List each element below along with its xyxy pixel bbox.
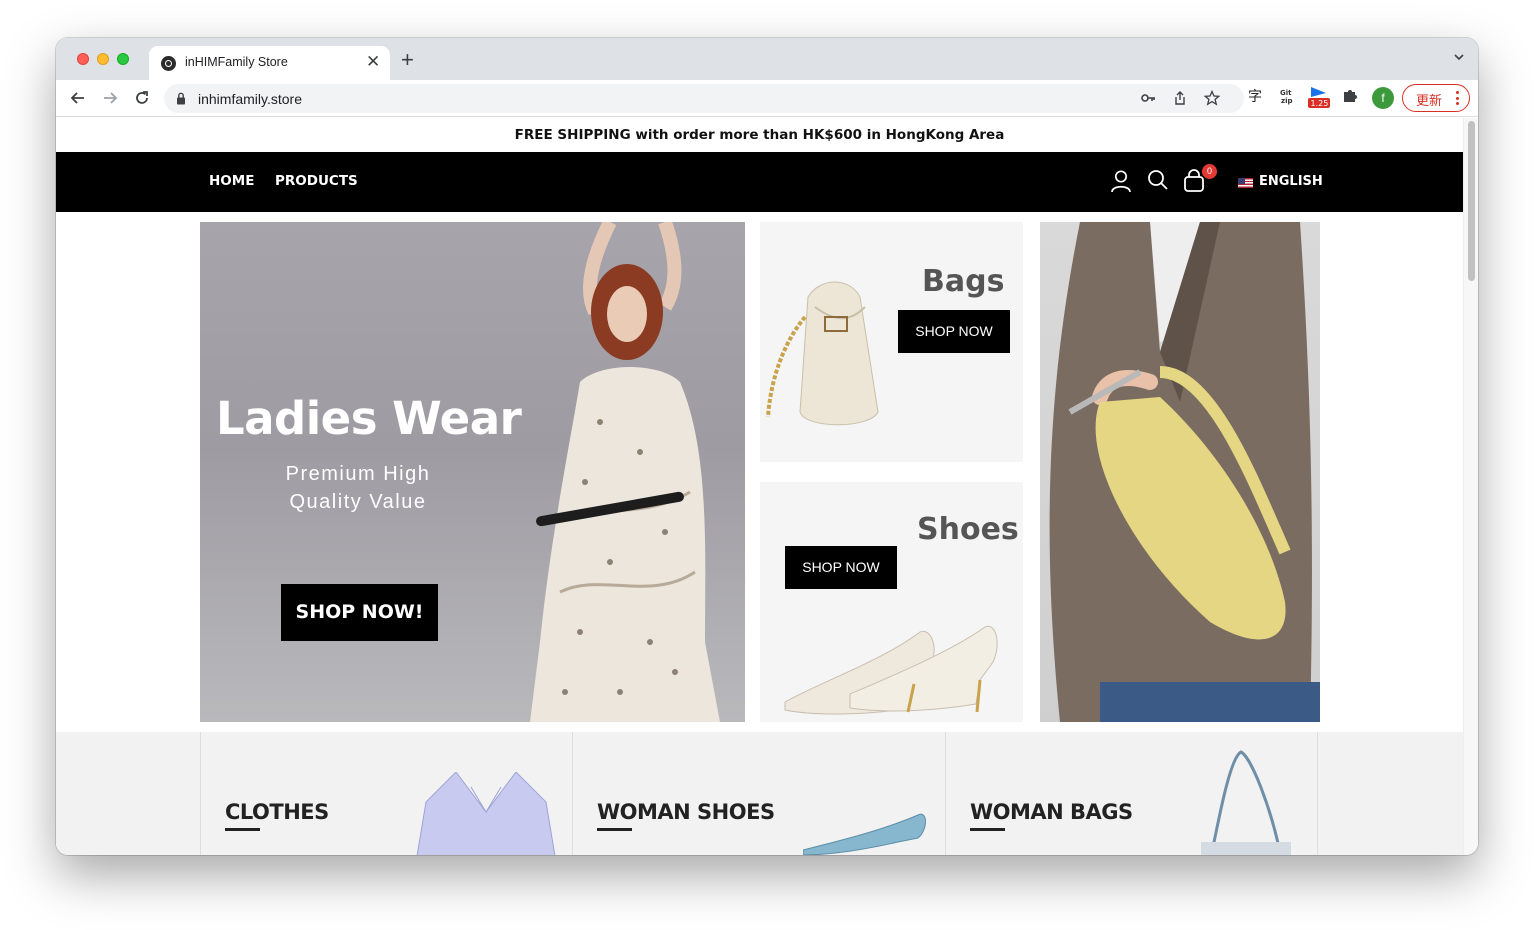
browser-toolbar: inhimfamily.store 字 Git zip 1.25 f 更新	[56, 80, 1478, 117]
web-page: FREE SHIPPING with order more than HK$60…	[56, 118, 1463, 855]
category-underline	[970, 828, 1005, 831]
blue-shoe-photo	[803, 813, 926, 855]
category-underline	[597, 828, 632, 831]
nav-home-link[interactable]: HOME	[209, 173, 254, 189]
category-woman-shoes-title: WOMAN SHOES	[597, 800, 775, 824]
svg-text:Git: Git	[1280, 89, 1292, 97]
browser-window: inHIMFamily Store ✕ + inhimfamily.store …	[56, 38, 1478, 855]
hero-subtitle: Premium High Quality Value	[285, 463, 431, 513]
update-label: 更新	[1416, 93, 1443, 108]
bucket-bag-photo	[766, 281, 879, 426]
puzzle-icon[interactable]	[1342, 87, 1359, 104]
page-scrollbar[interactable]	[1463, 118, 1478, 855]
url-text: inhimfamily.store	[198, 91, 302, 107]
category-clothes-title: CLOTHES	[225, 800, 329, 824]
translate-icon[interactable]: 字	[1247, 87, 1264, 104]
category-woman-bags[interactable]: WOMAN BAGS	[945, 732, 1318, 855]
bags-tile[interactable]: Bags SHOP NOW	[760, 222, 1023, 462]
bags-shop-now-button[interactable]: SHOP NOW	[898, 310, 1010, 353]
extension-badge: 1.25	[1311, 99, 1329, 108]
category-clothes[interactable]: CLOTHES	[200, 732, 572, 855]
forward-icon[interactable]	[100, 88, 120, 108]
minimize-window-button[interactable]	[97, 53, 109, 65]
hero-title: Ladies Wear	[216, 392, 522, 445]
tab-close-button[interactable]: ✕	[366, 52, 380, 72]
tab-search-chevron-icon[interactable]	[1454, 52, 1464, 62]
update-button[interactable]: 更新	[1402, 84, 1470, 112]
svg-text:zip: zip	[1281, 97, 1292, 105]
maximize-window-button[interactable]	[117, 53, 129, 65]
model-photo	[530, 222, 720, 722]
close-window-button[interactable]	[77, 53, 89, 65]
share-icon[interactable]	[1172, 90, 1188, 106]
nav-products-link[interactable]: PRODUCTS	[275, 173, 358, 189]
shoes-title: Shoes	[917, 512, 1019, 547]
category-woman-shoes[interactable]: WOMAN SHOES	[572, 732, 945, 855]
category-underline	[225, 828, 260, 831]
scrollbar-thumb[interactable]	[1468, 121, 1475, 281]
category-woman-bags-title: WOMAN BAGS	[970, 800, 1133, 824]
blouse-photo	[416, 772, 556, 855]
site-navbar: HOME PRODUCTS 0 ENGLISH	[56, 152, 1463, 212]
flag-us-icon	[1238, 178, 1253, 188]
tab-strip: inHIMFamily Store ✕ +	[56, 38, 1478, 80]
cart-count-badge: 0	[1202, 164, 1217, 179]
heels-photo	[784, 625, 998, 715]
hero-shop-now-button[interactable]: SHOP NOW!	[281, 584, 438, 641]
extension-flag-icon[interactable]: 1.25	[1308, 85, 1330, 109]
new-tab-button[interactable]: +	[401, 49, 414, 71]
shoulder-bag-photo	[1201, 750, 1291, 855]
ladies-wear-banner[interactable]: Ladies Wear Premium High Quality Value S…	[200, 222, 745, 722]
user-icon[interactable]	[1110, 169, 1132, 193]
shoes-tile[interactable]: Shoes SHOP NOW	[760, 482, 1023, 722]
reload-icon[interactable]	[132, 88, 152, 108]
star-icon[interactable]	[1204, 90, 1220, 106]
profile-avatar[interactable]: f	[1372, 87, 1394, 109]
category-strip: CLOTHES WOMAN SHOES WOMAN BAGS	[56, 732, 1463, 855]
site-favicon-icon	[161, 56, 176, 71]
tab-title: inHIMFamily Store	[185, 55, 288, 69]
jacket-bag-photo-tile[interactable]	[1040, 222, 1320, 722]
address-bar[interactable]: inhimfamily.store	[164, 84, 1244, 113]
back-icon[interactable]	[68, 88, 88, 108]
shoes-shop-now-button[interactable]: SHOP NOW	[785, 546, 897, 589]
key-icon[interactable]	[1140, 90, 1156, 106]
bags-title: Bags	[922, 264, 1005, 299]
shipping-announcement: FREE SHIPPING with order more than HK$60…	[514, 127, 1005, 143]
gitzip-icon[interactable]: Gitzip	[1278, 87, 1296, 105]
lock-icon[interactable]	[176, 92, 186, 105]
language-selector[interactable]: ENGLISH	[1259, 174, 1323, 189]
browser-tab[interactable]: inHIMFamily Store ✕	[149, 46, 390, 80]
model-with-yellow-bag-photo	[1049, 222, 1320, 722]
svg-text:字: 字	[1248, 89, 1262, 104]
more-menu-icon[interactable]	[1456, 91, 1460, 108]
search-icon[interactable]	[1147, 169, 1169, 191]
